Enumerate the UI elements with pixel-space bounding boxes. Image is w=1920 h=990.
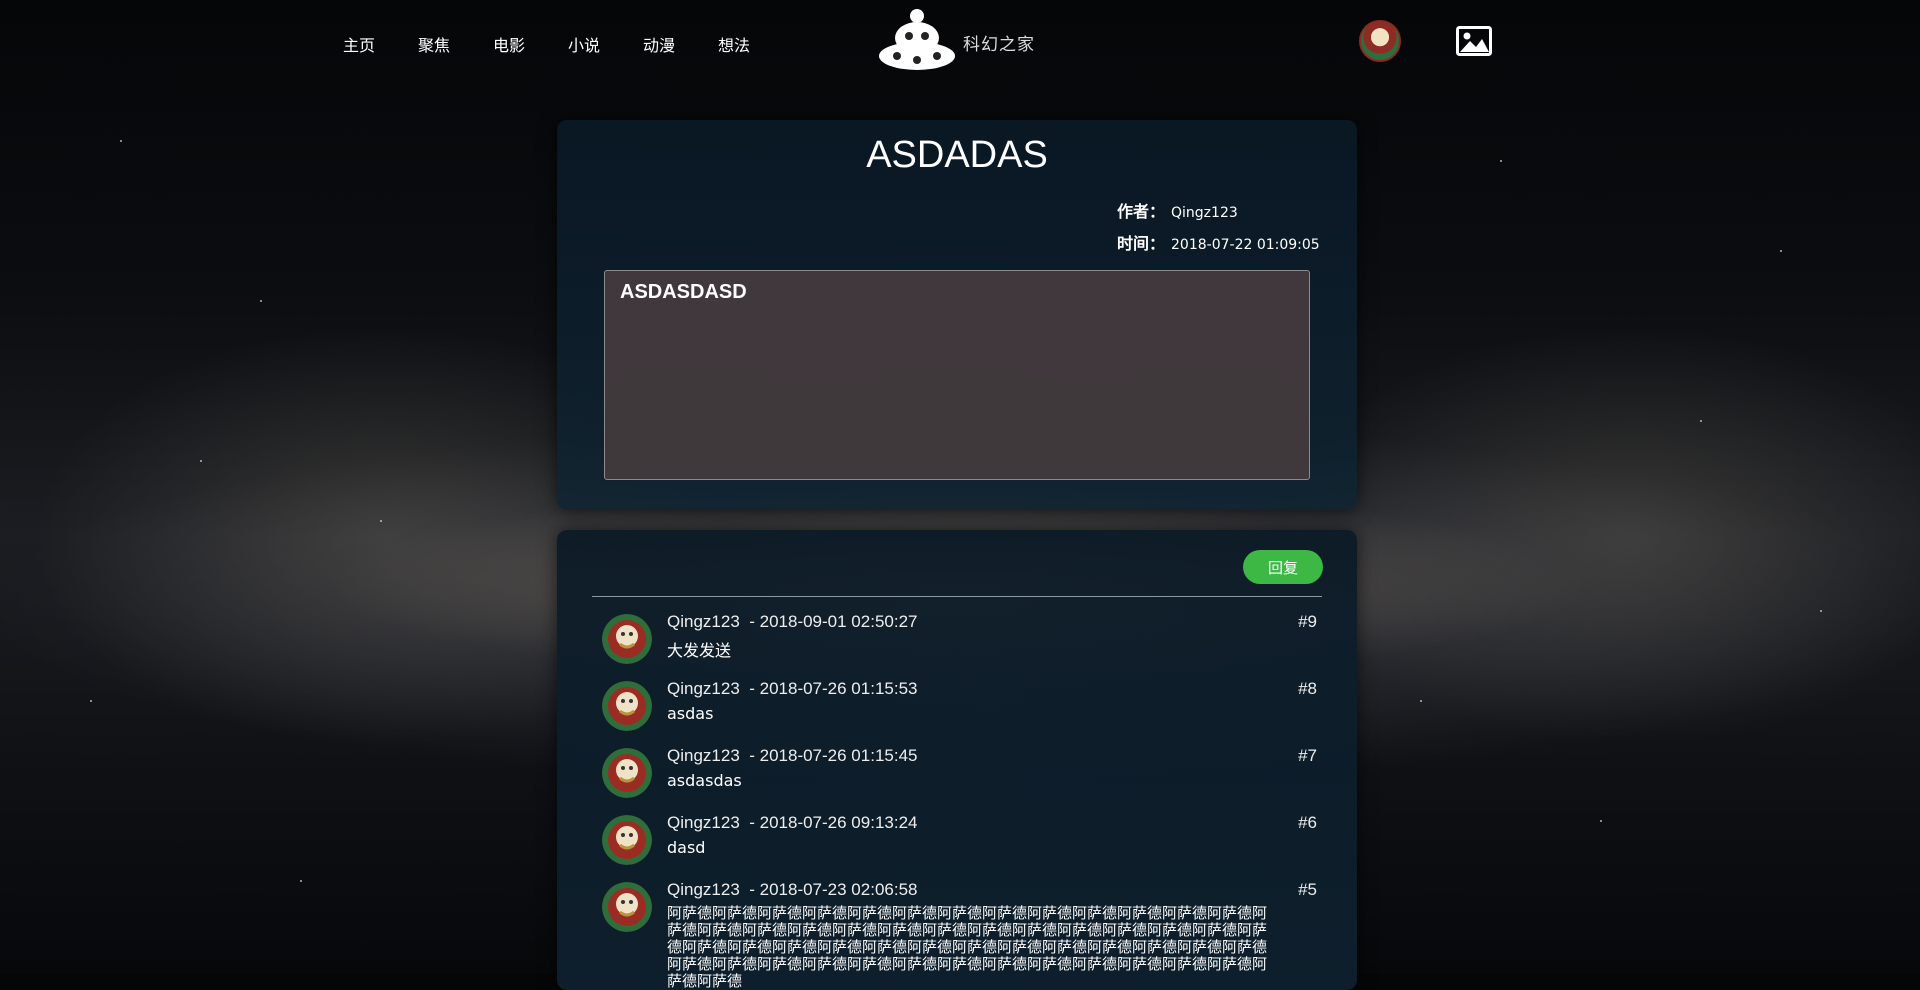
comment-number: #5	[1298, 880, 1317, 899]
comment-text: 大发发送	[667, 641, 732, 660]
replies-card: 回复 Qingz123 - 2018-09-01 02:50:27 #9 大发发送 Q…	[557, 530, 1357, 990]
comment-list: Qingz123 - 2018-09-01 02:50:27 #9 大发发送 Qing…	[602, 610, 1317, 990]
post-card: ASDADAS 作者： Qingz123 时间： 2018-07-22 01:09:…	[557, 120, 1357, 510]
comment-separator: -	[739, 880, 760, 899]
comment-avatar[interactable]	[602, 681, 652, 731]
comment-item: Qingz123 - 2018-07-26 01:15:53 #8 asdas	[602, 677, 1317, 744]
nav-item-novels[interactable]: 小说	[568, 32, 600, 56]
comment-header: Qingz123 - 2018-07-26 01:15:53	[667, 679, 917, 699]
comment-user[interactable]: Qingz123	[667, 679, 740, 698]
author-name: Qingz123	[1171, 205, 1238, 221]
reply-button[interactable]: 回复	[1243, 550, 1323, 584]
comment-number: #7	[1298, 746, 1317, 765]
image-icon[interactable]	[1456, 26, 1492, 56]
post-author: 作者： Qingz123	[1117, 198, 1238, 222]
comment-avatar[interactable]	[602, 614, 652, 664]
comment-number: #8	[1298, 679, 1317, 698]
comment-header: Qingz123 - 2018-07-26 09:13:24	[667, 813, 917, 833]
comment-item: Qingz123 - 2018-09-01 02:50:27 #9 大发发送	[602, 610, 1317, 677]
comment-item: Qingz123 - 2018-07-23 02:06:58 #5 阿萨德阿萨德阿萨…	[602, 878, 1317, 990]
nav-item-anime[interactable]: 动漫	[643, 32, 675, 56]
site-logo[interactable]: 科幻之家	[877, 8, 1037, 74]
user-avatar[interactable]	[1359, 20, 1401, 62]
comment-avatar[interactable]	[602, 882, 652, 932]
divider	[592, 596, 1322, 597]
nav-item-ideas[interactable]: 想法	[718, 32, 750, 56]
nav-item-focus[interactable]: 聚焦	[418, 32, 450, 56]
comment-separator: -	[739, 679, 760, 698]
comment-time: 2018-07-26 01:15:53	[759, 679, 918, 698]
comment-user[interactable]: Qingz123	[667, 813, 740, 832]
top-nav: 主页 聚焦 电影 小说 动漫 想法 科幻之家	[0, 0, 1920, 86]
comment-avatar[interactable]	[602, 815, 652, 865]
comment-number: #6	[1298, 813, 1317, 832]
comment-user[interactable]: Qingz123	[667, 880, 740, 899]
nav-item-movies[interactable]: 电影	[493, 32, 525, 56]
comment-header: Qingz123 - 2018-07-26 01:15:45	[667, 746, 917, 766]
comment-item: Qingz123 - 2018-07-26 09:13:24 #6 dasd	[602, 811, 1317, 878]
author-label: 作者：	[1117, 202, 1166, 221]
comment-separator: -	[739, 746, 760, 765]
comment-text: asdasdas	[667, 771, 742, 790]
logo-text: 科幻之家	[963, 35, 1035, 55]
comment-time: 2018-07-26 09:13:24	[759, 813, 918, 832]
avatar-icon	[602, 614, 652, 664]
post-title: ASDADAS	[866, 134, 1048, 176]
comment-item: Qingz123 - 2018-07-26 01:15:45 #7 asdasdas	[602, 744, 1317, 811]
comment-time: 2018-07-26 01:15:45	[759, 746, 918, 765]
time-label: 时间：	[1117, 234, 1166, 253]
avatar-icon	[602, 815, 652, 865]
avatar-icon	[602, 681, 652, 731]
comment-user[interactable]: Qingz123	[667, 612, 740, 631]
comment-time: 2018-09-01 02:50:27	[759, 612, 918, 631]
comment-separator: -	[739, 612, 760, 631]
comment-avatar[interactable]	[602, 748, 652, 798]
comment-user[interactable]: Qingz123	[667, 746, 740, 765]
time-value: 2018-07-22 01:09:05	[1171, 237, 1320, 253]
comment-text: asdas	[667, 704, 714, 723]
comment-header: Qingz123 - 2018-09-01 02:50:27	[667, 612, 917, 632]
comment-number: #9	[1298, 612, 1317, 631]
comment-separator: -	[739, 813, 760, 832]
nav-item-home[interactable]: 主页	[343, 32, 375, 56]
avatar-icon	[602, 748, 652, 798]
comment-header: Qingz123 - 2018-07-23 02:06:58	[667, 880, 917, 900]
comment-text: 阿萨德阿萨德阿萨德阿萨德阿萨德阿萨德阿萨德阿萨德阿萨德阿萨德阿萨德阿萨德阿萨德阿…	[667, 904, 1268, 990]
post-time: 时间： 2018-07-22 01:09:05	[1117, 230, 1320, 254]
post-content-box: ASDASDASD	[604, 270, 1310, 480]
comment-text: dasd	[667, 838, 706, 857]
avatar-icon	[602, 882, 652, 932]
ufo-logo-icon	[879, 9, 955, 70]
comment-time: 2018-07-23 02:06:58	[759, 880, 918, 899]
post-content: ASDASDASD	[620, 281, 747, 303]
